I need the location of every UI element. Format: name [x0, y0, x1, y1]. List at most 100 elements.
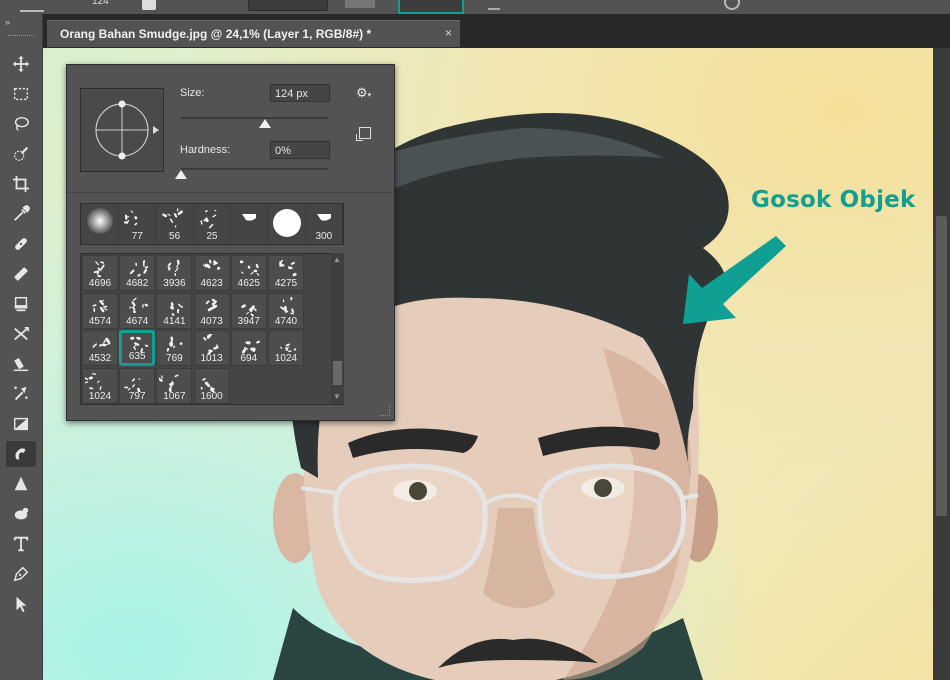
splatter-brush-icon	[124, 377, 141, 392]
brush-preset-1024[interactable]: 1024	[268, 330, 304, 366]
document-tab[interactable]: Orang Bahan Smudge.jpg @ 24,1% (Layer 1,…	[47, 20, 460, 47]
brush-preset-icon[interactable]	[20, 0, 44, 12]
sample-all-layers-icon[interactable]	[488, 0, 500, 10]
brush-panel-toggle-button[interactable]	[142, 0, 156, 10]
vertical-scrollbar[interactable]	[933, 48, 950, 680]
brush-preset-3947[interactable]: 3947	[230, 292, 267, 329]
eraser-tool[interactable]	[6, 351, 36, 377]
brush-preset-4696[interactable]: 4696	[82, 255, 118, 291]
move-tool[interactable]	[6, 51, 36, 77]
brush-grid-scroll-thumb[interactable]	[333, 361, 342, 385]
scroll-up-icon[interactable]: ▲	[333, 255, 341, 264]
brush-preset-1067[interactable]: 1067	[156, 367, 193, 404]
size-input[interactable]: 124 px	[270, 84, 330, 102]
panel-grip[interactable]	[8, 35, 34, 38]
brush-preset-size-label: 4574	[88, 315, 112, 327]
quick-selection-tool[interactable]	[6, 141, 36, 167]
size-slider[interactable]	[181, 117, 328, 119]
brush-preset-4574[interactable]: 4574	[82, 292, 118, 329]
splatter-brush-icon	[167, 259, 181, 276]
brush-preset-picker: Size: 124 px Hardness: 0% ⚙▾ 77 56 25 300 4…	[66, 64, 395, 421]
hardness-slider[interactable]	[181, 168, 328, 170]
lasso-tool[interactable]	[6, 111, 36, 137]
brush-preset-4674[interactable]: 4674	[119, 292, 156, 329]
clone-stamp-tool[interactable]	[6, 291, 36, 317]
splatter-brush-icon	[200, 377, 215, 392]
bandage-icon	[15, 238, 27, 250]
size-label: Size:	[180, 87, 205, 99]
brush-preset-size-label: 4696	[88, 278, 112, 289]
hardness-input[interactable]: 0%	[270, 141, 330, 159]
history-brush-tool[interactable]	[6, 321, 36, 347]
recent-brush-6[interactable]	[268, 205, 306, 242]
gradient-tool[interactable]	[6, 381, 36, 407]
resize-grip-icon[interactable]	[379, 405, 390, 416]
crop-tool[interactable]	[6, 171, 36, 197]
pen-tool[interactable]	[6, 561, 36, 587]
soft-round-brush-icon	[87, 208, 113, 234]
brush-preset-3936[interactable]: 3936	[156, 255, 193, 291]
splatter-brush-icon	[205, 298, 217, 311]
scrollbar-thumb[interactable]	[936, 216, 947, 516]
gear-icon[interactable]: ⚙▾	[356, 85, 371, 101]
mode-dropdown[interactable]	[248, 0, 328, 11]
brush-preset-4532[interactable]: 4532	[82, 330, 118, 366]
brush-grid-scrollbar[interactable]: ▲ ▼	[331, 253, 344, 403]
scroll-down-icon[interactable]: ▼	[333, 392, 341, 401]
brush-preset-grid: 4696 4682 3936 4623 4625 4275 4574 4674 4141 4073…	[80, 253, 344, 405]
highlighted-option-control[interactable]	[398, 0, 464, 14]
dodge-tool[interactable]	[6, 411, 36, 437]
brush-preset-694[interactable]: 694	[230, 330, 267, 366]
brush-preset-797[interactable]: 797	[119, 367, 156, 404]
brush-preset-4623[interactable]: 4623	[193, 255, 230, 291]
arrow-icon	[16, 596, 27, 613]
quick-selection-icon	[14, 146, 29, 161]
splatter-brush-icon	[161, 208, 183, 228]
brush-preset-769[interactable]: 769	[156, 330, 193, 366]
splatter-brush-icon	[85, 372, 102, 390]
size-slider-knob[interactable]	[258, 119, 271, 128]
recent-brush-5[interactable]	[231, 205, 269, 242]
splatter-brush-icon	[239, 260, 260, 276]
brush-preset-size-label: 1024	[274, 353, 298, 364]
options-brush-size[interactable]: 124	[92, 0, 109, 7]
brush-preset-1013[interactable]: 1013	[193, 330, 230, 366]
spot-healing-tool[interactable]	[6, 231, 36, 257]
splatter-brush-icon	[159, 373, 179, 392]
flat-brush-icon	[242, 214, 257, 221]
brush-preset-4740[interactable]: 4740	[268, 292, 304, 329]
brush-preset-size-label: 4740	[274, 315, 298, 327]
recent-brush-3[interactable]: 56	[156, 205, 194, 242]
new-preset-icon[interactable]	[356, 127, 371, 141]
brush-preset-1600[interactable]: 1600	[193, 367, 230, 404]
hardness-slider-knob[interactable]	[175, 170, 187, 179]
close-icon[interactable]: ×	[445, 26, 452, 40]
splatter-brush-icon	[129, 297, 149, 313]
brush-preset-635[interactable]: 635	[119, 330, 156, 366]
brush-tool[interactable]	[6, 261, 36, 287]
sharpen-tool[interactable]	[6, 471, 36, 497]
type-tool[interactable]	[6, 531, 36, 557]
brush-preset-4625[interactable]: 4625	[230, 255, 267, 291]
marquee-tool[interactable]	[6, 81, 36, 107]
splatter-brush-icon	[166, 336, 183, 352]
recent-brush-4[interactable]: 25	[193, 205, 231, 242]
strength-field[interactable]	[345, 0, 375, 8]
recent-brush-7[interactable]: 300	[305, 205, 343, 242]
brush-tip-preview[interactable]	[80, 88, 164, 172]
brush-preset-4275[interactable]: 4275	[268, 255, 304, 291]
recent-brush-1[interactable]	[82, 205, 119, 242]
history-brush-icon	[14, 326, 29, 341]
expand-triangle-icon[interactable]	[153, 126, 159, 134]
blur-tool[interactable]	[6, 501, 36, 527]
smudge-tool[interactable]	[6, 441, 36, 467]
path-selection-tool[interactable]	[6, 591, 36, 617]
collapse-icon[interactable]: »	[5, 17, 10, 27]
brush-preset-4073[interactable]: 4073	[193, 292, 230, 329]
eyedropper-tool[interactable]	[6, 201, 36, 227]
brush-preset-4141[interactable]: 4141	[156, 292, 193, 329]
brush-preset-1024[interactable]: 1024	[82, 367, 118, 404]
recent-brush-2[interactable]: 77	[119, 205, 157, 242]
pressure-icon[interactable]	[724, 0, 740, 10]
brush-preset-4682[interactable]: 4682	[119, 255, 156, 291]
